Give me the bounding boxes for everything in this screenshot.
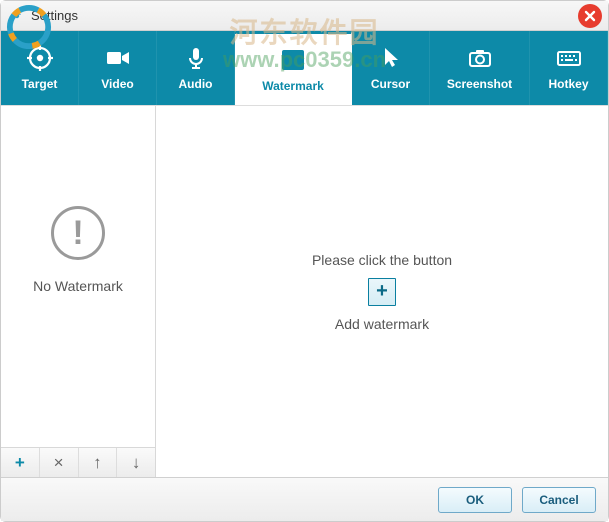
watermark-list: ! No Watermark	[1, 106, 155, 447]
tab-video-label: Video	[101, 77, 133, 91]
target-icon	[27, 45, 53, 71]
empty-state-label: No Watermark	[33, 278, 123, 294]
tab-audio[interactable]: Audio	[157, 31, 235, 105]
sidebar-move-down-button[interactable]: ↓	[117, 448, 155, 477]
tab-bar: Target Video Audio Watermark Cursor Scre…	[1, 31, 608, 105]
prompt-line-1: Please click the button	[312, 252, 452, 268]
tab-watermark[interactable]: Watermark	[235, 31, 352, 105]
tab-hotkey-label: Hotkey	[548, 77, 588, 91]
titlebar: Settings	[1, 1, 608, 31]
main-panel: Please click the button + Add watermark	[156, 106, 608, 477]
content-body: ! No Watermark + × ↑ ↓ Please click the …	[1, 105, 608, 477]
plus-icon: +	[376, 280, 388, 303]
prompt-line-2: Add watermark	[335, 316, 429, 332]
tab-screenshot-label: Screenshot	[447, 77, 512, 91]
tab-cursor[interactable]: Cursor	[352, 31, 430, 105]
sidebar-toolbar: + × ↑ ↓	[1, 447, 155, 477]
video-icon	[105, 45, 131, 71]
empty-state-icon: !	[51, 206, 105, 260]
close-button[interactable]	[578, 4, 602, 28]
tab-target[interactable]: Target	[1, 31, 79, 105]
footer: OK Cancel	[1, 477, 608, 521]
screenshot-icon	[467, 45, 493, 71]
close-icon	[584, 10, 596, 22]
watermark-sidebar: ! No Watermark + × ↑ ↓	[1, 106, 156, 477]
tab-target-label: Target	[22, 77, 58, 91]
exclamation-icon: !	[72, 216, 83, 250]
cancel-button[interactable]: Cancel	[522, 487, 596, 513]
sidebar-remove-button[interactable]: ×	[40, 448, 79, 477]
hotkey-icon	[556, 45, 582, 71]
tab-screenshot[interactable]: Screenshot	[430, 31, 530, 105]
settings-gear-icon	[9, 8, 25, 24]
tab-audio-label: Audio	[179, 77, 213, 91]
watermark-icon	[280, 47, 306, 73]
settings-window: 河东软件园 www.pc0359.cn Settings Target Vide…	[0, 0, 609, 522]
audio-icon	[183, 45, 209, 71]
cursor-icon	[378, 45, 404, 71]
tab-cursor-label: Cursor	[371, 77, 410, 91]
sidebar-move-up-button[interactable]: ↑	[79, 448, 118, 477]
add-watermark-button[interactable]: +	[368, 278, 396, 306]
tab-video[interactable]: Video	[79, 31, 157, 105]
window-title: Settings	[31, 8, 78, 23]
ok-button[interactable]: OK	[438, 487, 512, 513]
sidebar-add-button[interactable]: +	[1, 448, 40, 477]
tab-watermark-label: Watermark	[262, 79, 324, 93]
tab-hotkey[interactable]: Hotkey	[530, 31, 608, 105]
